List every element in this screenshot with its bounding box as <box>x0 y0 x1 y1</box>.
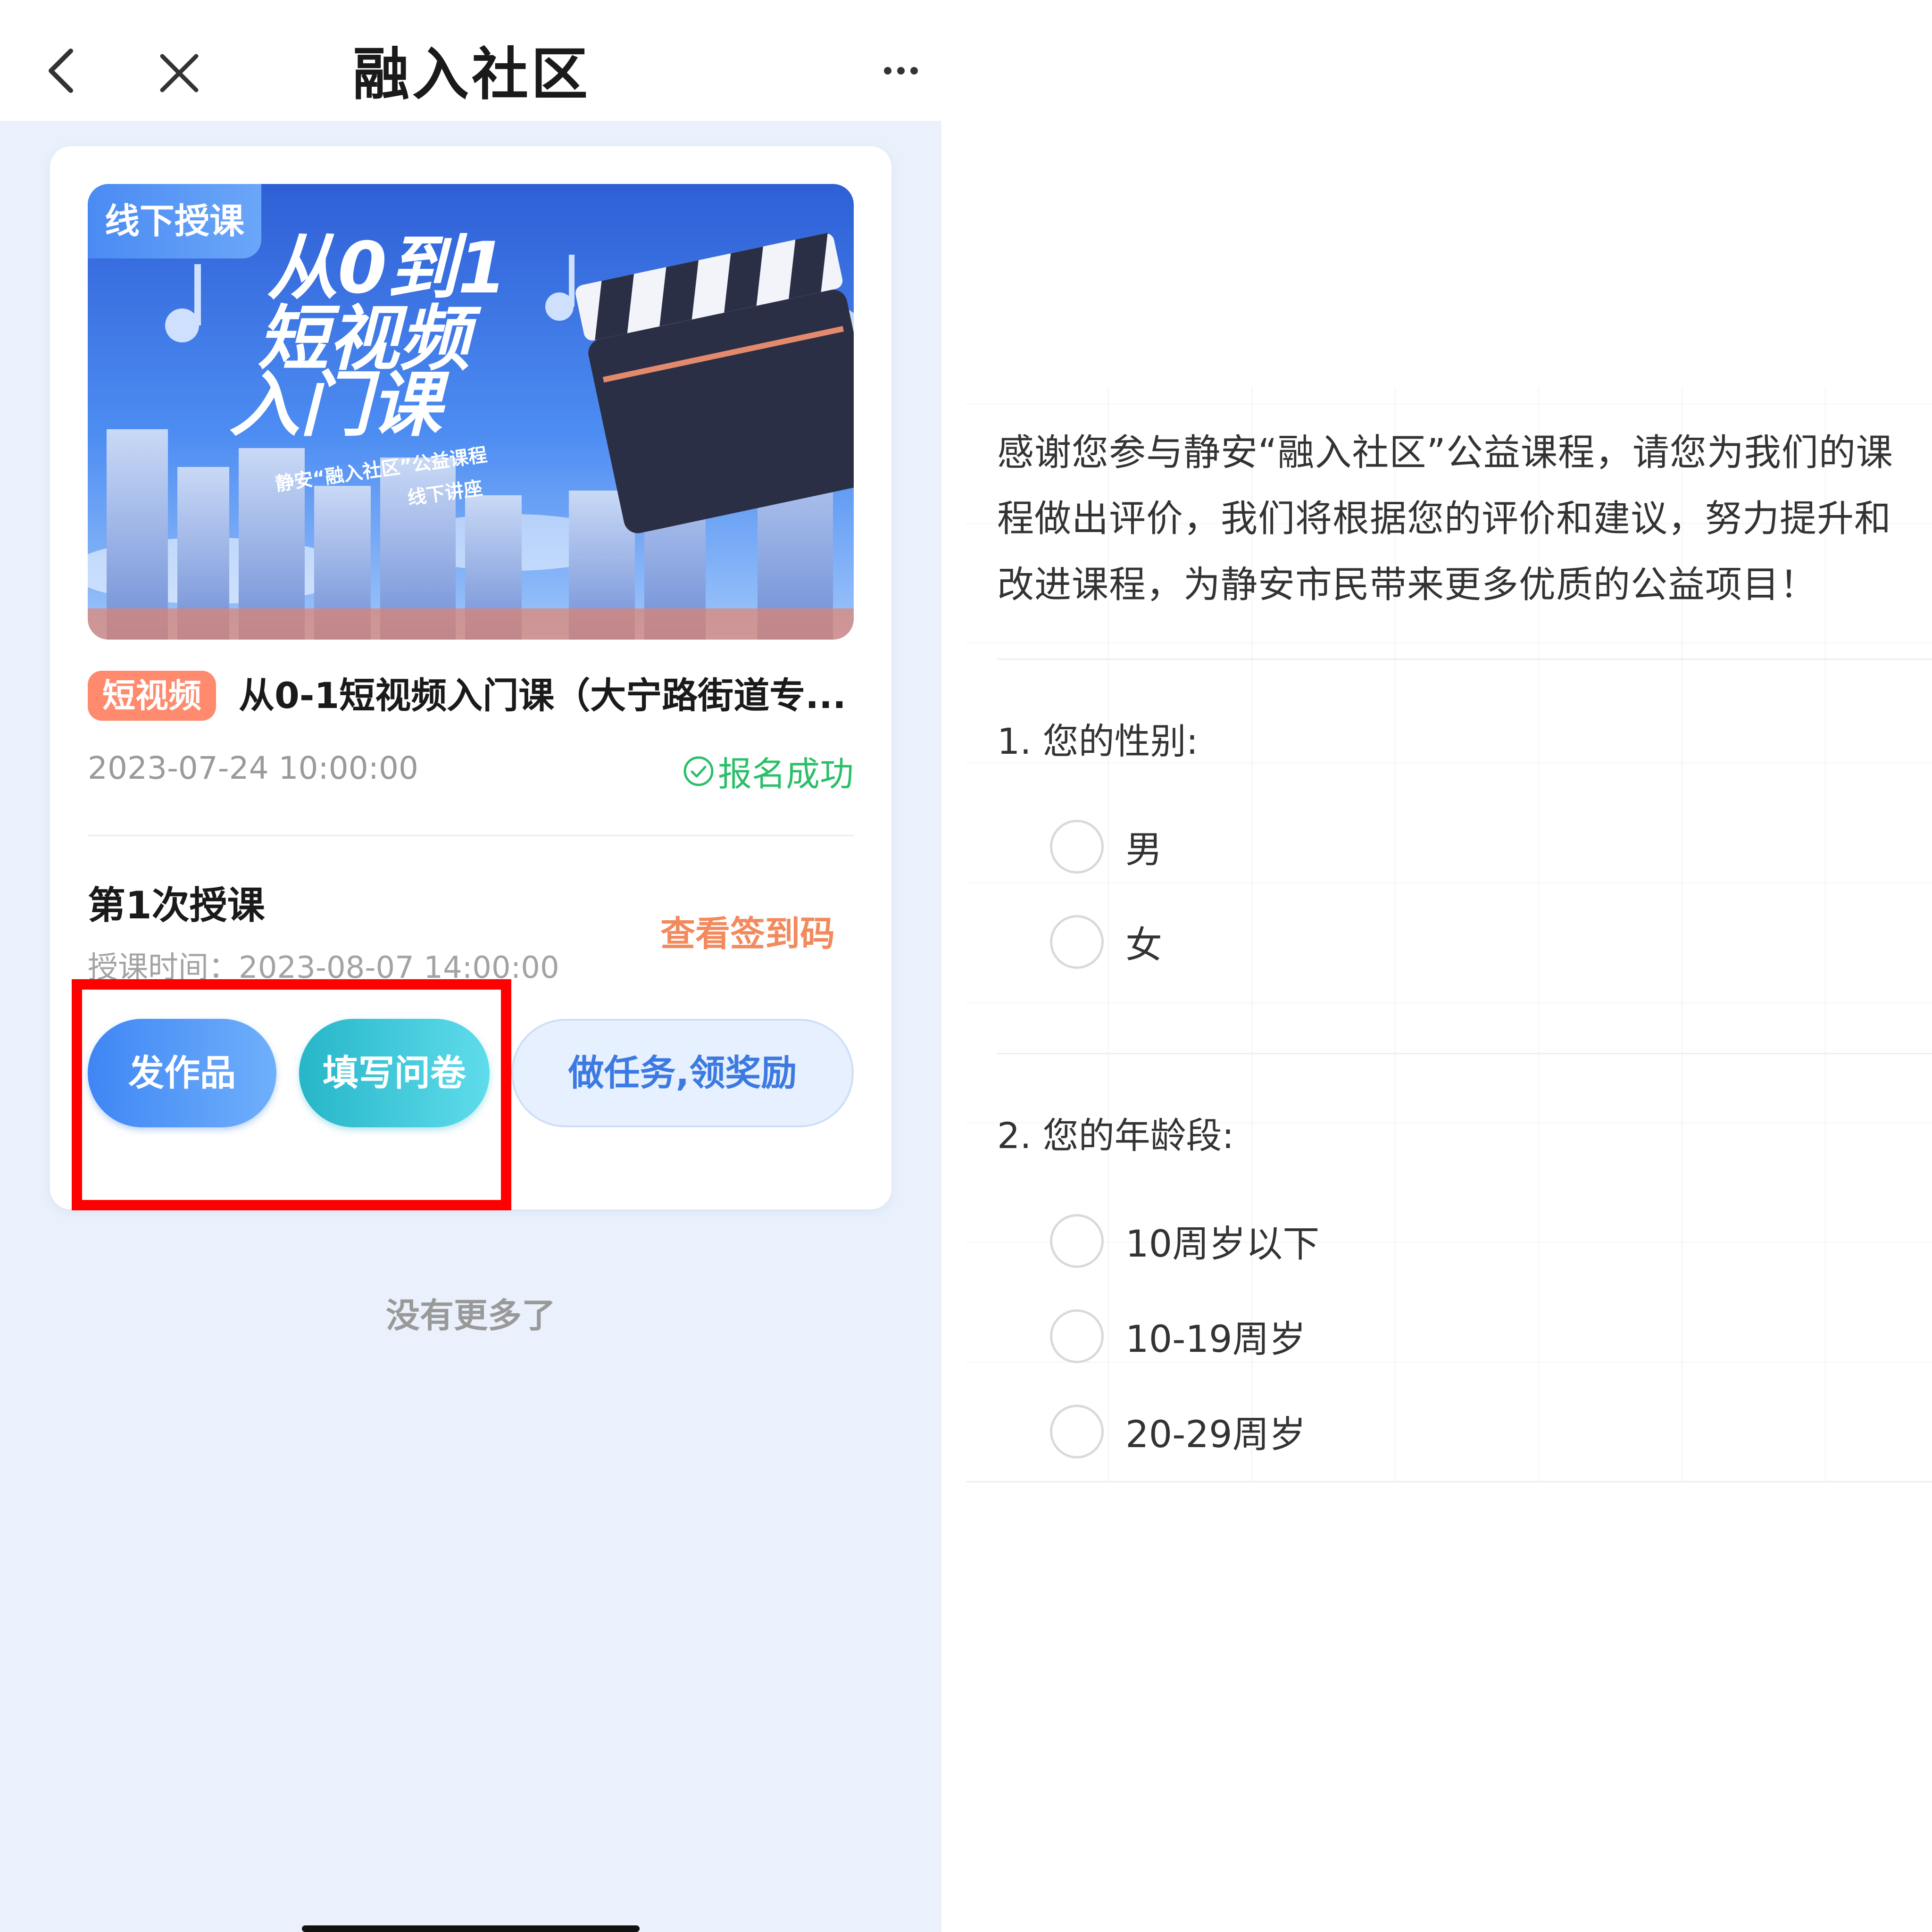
option-gender-male[interactable]: 男 <box>1050 820 1162 874</box>
end-of-list-text: 没有更多了 <box>385 1296 556 1335</box>
back-arrow-icon[interactable] <box>42 47 80 94</box>
option-age-10-19[interactable]: 10-19周岁 <box>1050 1309 1306 1363</box>
radio-icon[interactable] <box>1050 915 1104 969</box>
card-divider <box>88 835 854 836</box>
check-circle-icon <box>683 756 714 786</box>
page-title: 融入社区 <box>353 42 591 108</box>
intro-divider <box>997 658 1932 660</box>
radio-icon[interactable] <box>1050 1309 1104 1363</box>
question-2-title: 2. 您的年龄段: <box>997 1115 1234 1157</box>
course-page: 融入社区 从0到1 短视频 入门课 静安“融入社区”公益课程 线下讲座 线下授课… <box>0 0 941 1932</box>
radio-icon[interactable] <box>1050 820 1104 874</box>
tasks-rewards-button[interactable]: 做任务,领奖励 <box>511 1019 854 1127</box>
category-tag: 短视频 <box>88 671 216 721</box>
course-date: 2023-07-24 10:00:00 <box>88 750 418 786</box>
survey-bottom-divider <box>966 1481 1932 1482</box>
option-age-under-10[interactable]: 10周岁以下 <box>1050 1214 1319 1268</box>
course-title[interactable]: 从0-1短视频入门课（大宁路街道专... <box>239 670 852 722</box>
option-label: 女 <box>1125 924 1163 966</box>
session-title: 第1次授课 <box>88 883 265 927</box>
top-nav-bar: 融入社区 <box>0 0 941 121</box>
survey-page: 感谢您参与静安“融入社区”公益课程，请您为我们的课程做出评价，我们将根据您的评价… <box>966 0 1932 1932</box>
survey-intro: 感谢您参与静安“融入社区”公益课程，请您为我们的课程做出评价，我们将根据您的评价… <box>997 432 1893 606</box>
registration-status: 报名成功 <box>682 746 854 796</box>
option-label: 男 <box>1125 829 1163 871</box>
svg-text:入门课: 入门课 <box>229 364 450 446</box>
home-indicator <box>302 1925 640 1932</box>
option-label: 10周岁以下 <box>1125 1223 1320 1266</box>
question-1-title: 1. 您的性别: <box>997 720 1199 762</box>
view-checkin-code-link[interactable]: 查看签到码 <box>660 906 835 956</box>
option-label: 10-19周岁 <box>1125 1318 1306 1361</box>
close-icon[interactable] <box>156 50 203 97</box>
screenshot-root: 融入社区 从0到1 短视频 入门课 静安“融入社区”公益课程 线下讲座 线下授课… <box>0 0 1932 1932</box>
course-title-row[interactable]: 短视频 从0-1短视频入门课（大宁路街道专... <box>88 668 854 724</box>
question-divider <box>997 1053 1932 1054</box>
course-banner-image[interactable]: 从0到1 短视频 入门课 静安“融入社区”公益课程 线下讲座 线下授课 <box>88 184 854 640</box>
option-label: 20-29周岁 <box>1125 1414 1306 1456</box>
svg-text:从0到1: 从0到1 <box>267 227 507 309</box>
radio-icon[interactable] <box>1050 1214 1104 1268</box>
delivery-mode-tag: 线下授课 <box>88 184 261 258</box>
registration-status-label: 报名成功 <box>717 754 854 794</box>
option-age-20-29[interactable]: 20-29周岁 <box>1050 1405 1306 1458</box>
more-icon[interactable] <box>882 64 920 78</box>
radio-icon[interactable] <box>1050 1405 1104 1458</box>
red-highlight-box <box>72 979 511 1210</box>
option-gender-female[interactable]: 女 <box>1050 915 1162 969</box>
